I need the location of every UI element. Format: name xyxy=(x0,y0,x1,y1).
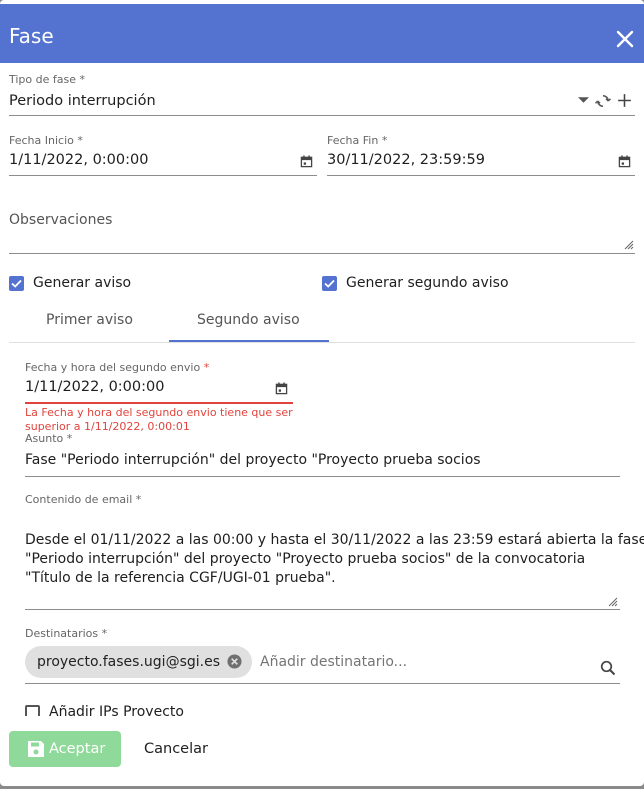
tab-primer-aviso[interactable]: Primer aviso xyxy=(46,311,133,329)
contenido-line: "Título de la referencia CGF/UGI-01 prue… xyxy=(25,570,336,586)
chip-label: proyecto.fases.ugi@sgi.es xyxy=(37,654,220,670)
check-icon xyxy=(324,279,335,288)
cancel-button[interactable]: Cancelar xyxy=(132,731,224,767)
search-icon[interactable] xyxy=(600,660,616,676)
destinatarios-label: Destinatarios * xyxy=(25,627,108,640)
segundo-envio-error: La Fecha y hora del segundo envio tiene … xyxy=(25,406,293,419)
asunto-label: Asunto * xyxy=(25,432,73,445)
segundo-envio-label: Fecha y hora del segundo envio * xyxy=(25,361,210,374)
fecha-fin-label: Fecha Fin * xyxy=(327,134,388,147)
anadir-ips-label: Añadir IPs Proyecto xyxy=(49,704,184,716)
asunto-input[interactable]: Fase "Periodo interrupción" del proyecto… xyxy=(25,450,481,470)
segundo-envio-input[interactable]: 1/11/2022, 0:00:00 xyxy=(25,377,164,397)
anadir-ips-checkbox[interactable] xyxy=(25,705,40,716)
tipo-fase-label: Tipo de fase * xyxy=(9,73,86,86)
add-icon[interactable] xyxy=(616,92,633,109)
scroll-clip: Añadir IPs Proyecto xyxy=(0,700,644,716)
calendar-icon[interactable] xyxy=(300,155,313,168)
cancel-label: Cancelar xyxy=(144,741,208,757)
dialog-header: Fase xyxy=(0,4,644,63)
calendar-icon[interactable] xyxy=(618,155,631,168)
accept-label: Aceptar xyxy=(49,741,106,757)
observaciones-label: Observaciones xyxy=(9,212,113,228)
generar-segundo-aviso-checkbox[interactable] xyxy=(322,276,337,291)
fecha-inicio-label: Fecha Inicio * xyxy=(9,134,83,147)
tab-segundo-aviso[interactable]: Segundo aviso xyxy=(197,311,300,329)
save-icon xyxy=(28,741,44,757)
fecha-inicio-input[interactable]: 1/11/2022, 0:00:00 xyxy=(9,150,148,170)
generar-aviso-checkbox[interactable] xyxy=(9,276,24,291)
chip-remove-icon[interactable] xyxy=(227,654,242,669)
fecha-inicio-underline xyxy=(9,175,317,176)
destinatarios-input[interactable] xyxy=(260,652,580,672)
destinatario-chip[interactable]: proyecto.fases.ugi@sgi.es xyxy=(25,646,252,678)
dropdown-arrow-icon[interactable] xyxy=(578,97,589,104)
segundo-envio-underline-error xyxy=(25,402,293,404)
fecha-fin-input[interactable]: 30/11/2022, 23:59:59 xyxy=(327,150,485,170)
check-icon xyxy=(11,279,22,288)
observaciones-textarea[interactable] xyxy=(9,230,635,252)
contenido-line: "Periodo interrupción" del proyecto "Pro… xyxy=(25,551,586,567)
generar-segundo-aviso-label: Generar segundo aviso xyxy=(346,275,509,291)
resize-handle-icon[interactable] xyxy=(608,597,618,607)
destinatarios-underline xyxy=(25,683,620,684)
generar-aviso-label: Generar aviso xyxy=(33,275,132,291)
refresh-icon[interactable] xyxy=(594,92,612,110)
observaciones-underline xyxy=(9,253,635,254)
fase-dialog: Fase Tipo de fase * Periodo interrupción… xyxy=(0,0,644,786)
close-icon[interactable] xyxy=(613,27,637,51)
accept-button[interactable]: Aceptar xyxy=(9,731,121,767)
contenido-line: Desde el 01/11/2022 a las 00:00 y hasta … xyxy=(25,532,644,548)
resize-handle-icon[interactable] xyxy=(624,240,634,250)
contenido-underline xyxy=(25,609,620,610)
fecha-fin-underline xyxy=(327,175,635,176)
tipo-fase-select[interactable]: Periodo interrupción xyxy=(9,91,156,111)
tipo-fase-underline xyxy=(9,115,635,116)
asunto-underline xyxy=(25,476,620,477)
dialog-title: Fase xyxy=(9,24,54,48)
tab-divider xyxy=(9,342,635,343)
contenido-label: Contenido de email * xyxy=(25,493,142,506)
calendar-icon[interactable] xyxy=(275,382,288,395)
